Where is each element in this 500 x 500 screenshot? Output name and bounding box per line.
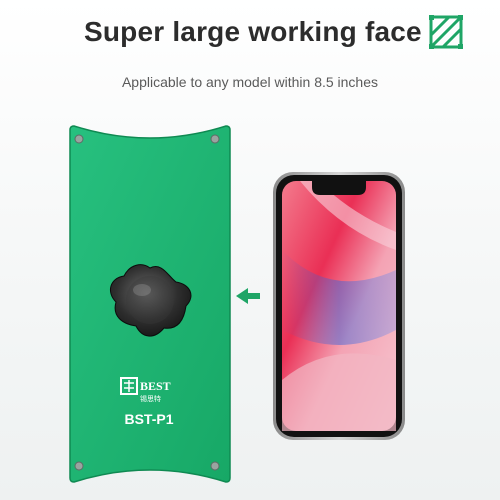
suction-pad-plate: BEST 锡思特 BST-P1 [69,125,231,483]
brand-name: BEST [140,379,171,393]
brand-name-cn: 锡思特 [140,394,161,403]
phone-notch [312,181,366,195]
model-label: BST-P1 [124,411,173,427]
product-banner: Super large working face Applicable to a… [0,0,500,500]
product-illustration: BEST 锡思特 BST-P1 [69,125,405,483]
smartphone [273,172,405,440]
left-arrow-icon [236,288,260,304]
